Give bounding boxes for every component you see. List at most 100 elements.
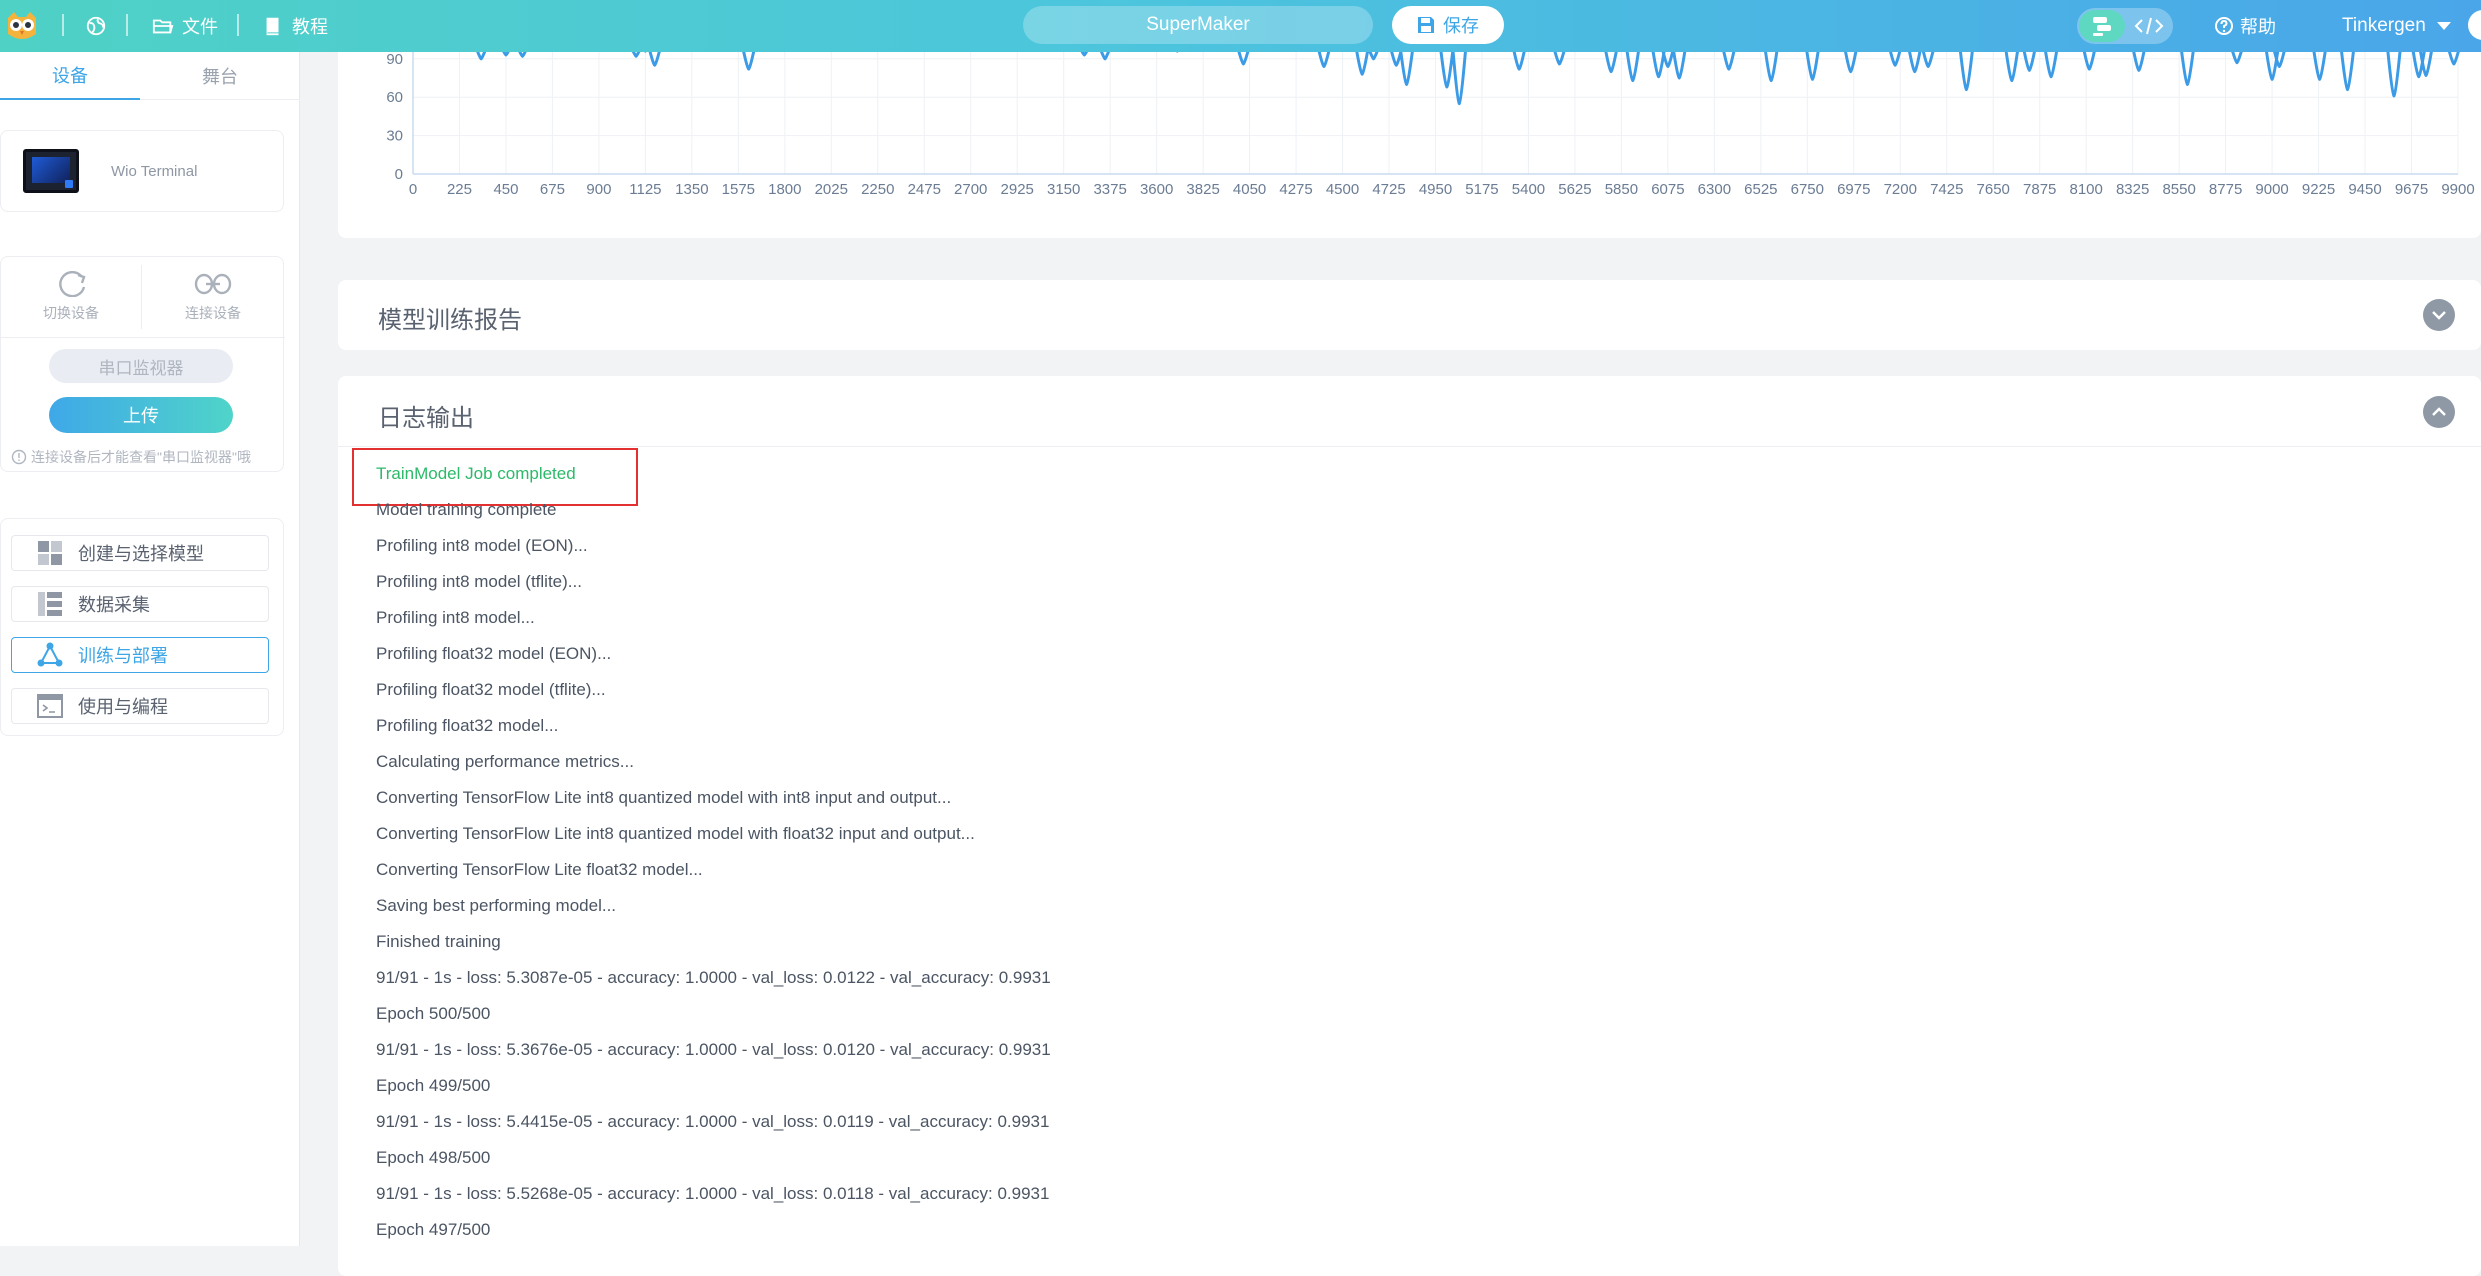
x-tick-label: 900 bbox=[586, 181, 611, 198]
x-tick-label: 3150 bbox=[1047, 181, 1080, 198]
log-line: Finished training bbox=[376, 932, 501, 951]
log-line: Profiling float32 model (EON)... bbox=[376, 644, 612, 663]
divider bbox=[126, 14, 128, 36]
y-tick-label: 30 bbox=[386, 128, 403, 145]
avatar[interactable] bbox=[2468, 10, 2481, 40]
log-title: 日志输出 bbox=[378, 405, 474, 432]
globe-icon[interactable] bbox=[85, 10, 107, 42]
sidebar-item-train-deploy[interactable]: 训练与部署 bbox=[11, 637, 269, 673]
log-line: Profiling int8 model... bbox=[376, 608, 535, 627]
x-tick-label: 7650 bbox=[1977, 181, 2010, 198]
sidebar-item-create-model[interactable]: 创建与选择模型 bbox=[11, 535, 269, 571]
log-line: TrainModel Job completed bbox=[376, 464, 576, 483]
tutorial-menu-label: 教程 bbox=[292, 17, 328, 37]
x-tick-label: 8550 bbox=[2162, 181, 2195, 198]
model-grid-icon bbox=[36, 539, 64, 567]
log-line: Converting TensorFlow Lite int8 quantize… bbox=[376, 824, 975, 843]
x-tick-label: 6525 bbox=[1744, 181, 1777, 198]
x-tick-label: 4950 bbox=[1419, 181, 1452, 198]
help-button[interactable]: 帮助 bbox=[2214, 10, 2276, 42]
log-line: Profiling float32 model (tflite)... bbox=[376, 680, 606, 699]
log-line: Model training complete bbox=[376, 500, 557, 519]
folder-icon bbox=[152, 19, 174, 34]
help-label: 帮助 bbox=[2240, 17, 2276, 37]
x-tick-label: 3600 bbox=[1140, 181, 1173, 198]
x-tick-label: 2025 bbox=[815, 181, 848, 198]
tutorial-menu[interactable]: 教程 bbox=[262, 10, 328, 42]
log-line: Profiling float32 model... bbox=[376, 716, 559, 735]
connect-device-label: 连接设备 bbox=[185, 305, 241, 321]
serial-hint-text: 连接设备后才能查看"串口监视器"哦 bbox=[31, 449, 251, 465]
sidebar-item-label: 使用与编程 bbox=[78, 697, 168, 717]
code-icon[interactable] bbox=[2131, 12, 2167, 40]
top-bar: 文件 教程 SuperMaker 保存 帮助 Tinkergen bbox=[0, 0, 2481, 52]
block-mode-icon[interactable] bbox=[2079, 10, 2125, 42]
x-tick-label: 1575 bbox=[722, 181, 755, 198]
sidebar-item-data-collection[interactable]: 数据采集 bbox=[11, 586, 269, 622]
upload-button[interactable]: 上传 bbox=[49, 397, 233, 433]
link-icon bbox=[194, 273, 232, 295]
training-report-section[interactable]: 模型训练报告 bbox=[338, 280, 2481, 350]
x-tick-label: 450 bbox=[493, 181, 518, 198]
x-tick-label: 5850 bbox=[1605, 181, 1638, 198]
train-deploy-icon bbox=[36, 641, 64, 669]
tab-device[interactable]: 设备 bbox=[0, 52, 140, 100]
serial-monitor-button[interactable]: 串口监视器 bbox=[49, 349, 233, 383]
device-name: Wio Terminal bbox=[111, 163, 198, 180]
help-icon bbox=[2215, 17, 2233, 35]
training-chart: 0 225 450 675 900 1125 1350 1575 1800 2025 2250 247… bbox=[386, 52, 2475, 198]
switch-device-button[interactable]: 切换设备 bbox=[1, 257, 141, 337]
device-image bbox=[23, 149, 79, 193]
x-tick-label: 7425 bbox=[1930, 181, 1963, 198]
x-tick-label: 9900 bbox=[2441, 181, 2474, 198]
chevron-up-icon[interactable] bbox=[2423, 396, 2455, 428]
save-icon bbox=[1418, 17, 1434, 33]
x-tick-label: 3825 bbox=[1186, 181, 1219, 198]
x-tick-label: 5175 bbox=[1465, 181, 1498, 198]
serial-hint: 连接设备后才能查看"串口监视器"哦 bbox=[11, 447, 251, 467]
mode-toggle[interactable] bbox=[2077, 8, 2173, 44]
log-line: Saving best performing model... bbox=[376, 896, 617, 915]
project-name-field[interactable]: SuperMaker bbox=[1023, 6, 1373, 44]
tab-stage[interactable]: 舞台 bbox=[150, 52, 290, 100]
x-tick-label: 7200 bbox=[1884, 181, 1917, 198]
sidebar-item-use-program[interactable]: 使用与编程 bbox=[11, 688, 269, 724]
x-tick-label: 1125 bbox=[629, 181, 661, 198]
x-tick-label: 9225 bbox=[2302, 181, 2335, 198]
y-tick-label: 90 bbox=[386, 52, 403, 68]
x-tick-label: 8325 bbox=[2116, 181, 2149, 198]
x-tick-label: 4500 bbox=[1326, 181, 1359, 198]
save-button[interactable]: 保存 bbox=[1392, 6, 1504, 44]
x-tick-label: 6300 bbox=[1698, 181, 1731, 198]
y-tick-label: 60 bbox=[386, 89, 403, 106]
device-card[interactable]: Wio Terminal bbox=[0, 130, 284, 212]
divider bbox=[338, 446, 2481, 447]
x-tick-label: 7875 bbox=[2023, 181, 2056, 198]
x-tick-label: 5625 bbox=[1558, 181, 1591, 198]
log-line: Profiling int8 model (tflite)... bbox=[376, 572, 582, 591]
x-tick-label: 4275 bbox=[1279, 181, 1312, 198]
x-tick-label: 8775 bbox=[2209, 181, 2242, 198]
main-content: 0 225 450 675 900 1125 1350 1575 1800 2025 2250 247… bbox=[338, 52, 2481, 1276]
chevron-down-icon[interactable] bbox=[2423, 299, 2455, 331]
connect-device-button[interactable]: 连接设备 bbox=[143, 257, 283, 337]
log-output-section: 日志输出 TrainModel Job completed Model train… bbox=[338, 376, 2481, 1276]
x-tick-label: 3375 bbox=[1093, 181, 1126, 198]
log-line: Profiling int8 model (EON)... bbox=[376, 536, 588, 555]
x-tick-label: 9000 bbox=[2255, 181, 2288, 198]
file-menu[interactable]: 文件 bbox=[152, 10, 218, 42]
data-collect-icon bbox=[36, 590, 64, 618]
y-tick-label: 0 bbox=[395, 166, 403, 183]
log-line: Epoch 499/500 bbox=[376, 1076, 491, 1095]
x-tick-label: 5400 bbox=[1512, 181, 1545, 198]
divider bbox=[62, 14, 64, 36]
user-menu[interactable]: Tinkergen bbox=[2342, 10, 2452, 42]
switch-device-icon bbox=[59, 271, 86, 297]
log-line: Converting TensorFlow Lite float32 model… bbox=[376, 860, 703, 879]
owl-logo-icon[interactable] bbox=[4, 8, 40, 44]
x-tick-label: 4725 bbox=[1372, 181, 1405, 198]
x-tick-label: 9450 bbox=[2348, 181, 2381, 198]
x-tick-label: 6075 bbox=[1651, 181, 1684, 198]
series-line bbox=[476, 52, 2460, 106]
divider bbox=[237, 14, 239, 36]
